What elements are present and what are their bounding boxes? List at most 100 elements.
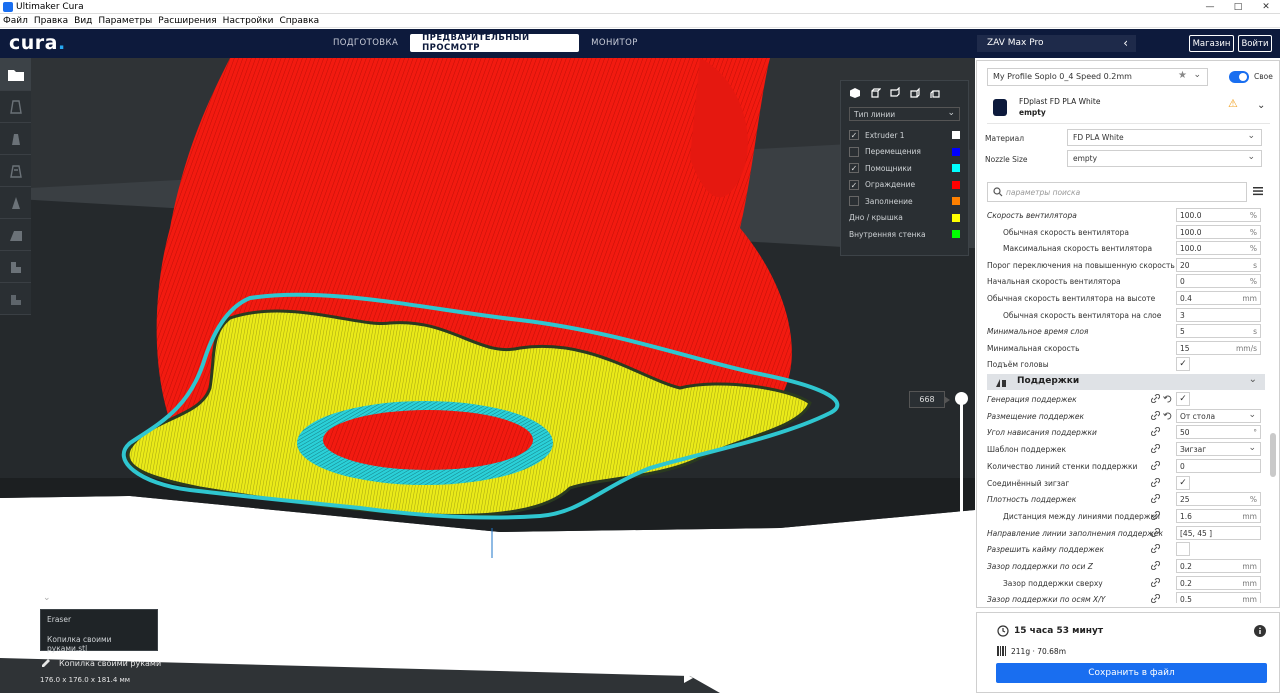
setting-input[interactable]: 20 s [1176,257,1261,272]
per-model-settings-button[interactable] [0,219,31,251]
move-tool-button[interactable] [0,91,31,123]
setting-input[interactable]: [45, 45 ] [1176,525,1261,540]
link-icon[interactable] [1150,594,1161,603]
link-icon[interactable] [1150,427,1161,438]
legend-item[interactable]: ✓ Extruder 1 [841,127,968,144]
nozzle-size-dropdown[interactable]: empty ⌄ [1067,150,1262,167]
link-icon[interactable] [1150,477,1161,489]
settings-search-input[interactable]: параметры поиска [987,182,1247,202]
setting-checkbox[interactable] [1176,542,1190,557]
reset-icon[interactable] [1163,394,1172,405]
material-dropdown[interactable]: FD PLA White ⌄ [1067,129,1262,146]
setting-input[interactable]: 0 [1176,458,1261,473]
legend-item[interactable]: ✓ Ограждение [841,177,968,194]
layer-number-input[interactable]: 668 [909,391,950,408]
pencil-icon[interactable] [40,657,52,669]
reset-icon[interactable] [1163,411,1172,422]
profile-selector[interactable]: My Profile Soplo 0_4 Speed 0.2mm ★ ⌄ [987,68,1208,86]
tab-prepare[interactable]: ПОДГОТОВКА [321,34,410,52]
menu-item[interactable]: Правка [31,16,71,26]
legend-checkbox[interactable] [849,196,859,207]
menu-item[interactable]: Справка [277,16,323,26]
menu-item[interactable]: Вид [71,16,95,26]
signin-button[interactable]: Войти [1238,35,1272,52]
setting-input[interactable]: 25% [1176,492,1261,507]
link-icon[interactable] [1150,577,1161,589]
setting-input[interactable]: 0.5 mm [1176,592,1261,603]
object-list-item[interactable]: Копилка своими руками.stl [41,630,157,653]
setting-input[interactable]: 100.0% [1176,208,1261,222]
left-view-icon[interactable] [909,87,921,99]
layer-tool-button[interactable] [0,283,31,315]
open-file-button[interactable] [0,58,31,91]
settings-list[interactable]: Скорость вентилятора 100.0% Обычная скорос… [987,208,1269,603]
legend-checkbox[interactable]: ✓ [849,163,859,174]
setting-input[interactable]: 3 [1176,307,1261,322]
extruder-tab[interactable]: FDplast FD PLA White empty ⚠ ⌄ [987,91,1270,124]
chevron-down-icon[interactable]: ⌄ [43,593,51,603]
settings-scrollbar[interactable] [1270,433,1276,477]
play-simulation-button[interactable] [683,672,694,687]
setting-input[interactable]: 5s [1176,324,1261,339]
legend-item[interactable]: Перемещения [841,144,968,161]
setting-input[interactable]: 50 ° [1176,425,1261,440]
minimize-icon[interactable]: — [1196,0,1224,13]
link-icon[interactable] [1150,527,1161,539]
line-type-dropdown[interactable]: Тип линии ⌄ [849,107,960,121]
legend-item[interactable]: Внутренняя стенка [841,226,968,243]
layer-slider-upper-handle[interactable] [955,392,968,405]
legend-item[interactable]: ✓ Помощники [841,160,968,177]
right-view-icon[interactable] [929,87,941,99]
setting-input[interactable]: 100.0% [1176,224,1261,239]
rotate-tool-button[interactable] [0,155,31,187]
setting-input[interactable]: 15 mm/s [1176,340,1261,355]
path-slider-track[interactable] [702,677,961,680]
3d-viewport[interactable] [0,58,975,693]
settings-menu-button[interactable] [1253,186,1263,199]
link-icon[interactable] [1150,494,1161,505]
front-view-icon[interactable] [869,87,882,99]
path-slider-handle[interactable] [955,672,968,685]
legend-item[interactable]: Дно / крышка [841,210,968,227]
menu-item[interactable]: Файл [0,16,31,26]
support-blocker-button[interactable] [0,251,31,283]
link-icon[interactable] [1150,444,1161,455]
save-to-file-button[interactable]: Сохранить в файл [996,663,1267,683]
setting-checkbox[interactable]: ✓ [1176,392,1190,406]
link-icon[interactable] [1150,410,1161,422]
setting-dropdown[interactable]: Зигзаг ⌄ [1176,442,1261,457]
section-support-header[interactable]: Поддержки ⌄ [987,374,1265,390]
link-icon[interactable] [1150,460,1161,472]
info-icon[interactable] [1254,625,1266,637]
setting-input[interactable]: 0.2 mm [1176,575,1261,590]
setting-input[interactable]: 0.4 mm [1176,291,1261,305]
menu-item[interactable]: Параметры [95,16,155,26]
legend-checkbox[interactable]: ✓ [849,130,859,141]
chevron-down-icon[interactable]: ⌄ [1257,100,1265,111]
top-view-icon[interactable] [889,86,901,99]
tab-monitor[interactable]: МОНИТОР [579,34,650,52]
printer-selector[interactable]: ZAV Max Pro ‹ [977,35,1136,52]
setting-input[interactable]: 100.0% [1176,241,1261,256]
custom-mode-toggle[interactable] [1229,71,1249,83]
marketplace-button[interactable]: Магазин [1189,35,1234,52]
layer-slider-lower-handle[interactable] [955,652,968,665]
close-icon[interactable]: ✕ [1252,0,1280,13]
link-icon[interactable] [1150,544,1161,555]
menu-item[interactable]: Настройки [220,16,277,26]
setting-input[interactable]: 1.6 mm [1176,508,1261,523]
legend-checkbox[interactable] [849,146,859,157]
menu-item[interactable]: Расширения [155,16,219,26]
legend-item[interactable]: Заполнение [841,193,968,210]
tab-preview[interactable]: ПРЕДВАРИТЕЛЬНЫЙ ПРОСМОТР [410,33,580,53]
link-icon[interactable] [1150,560,1161,572]
layer-slider-track[interactable] [960,398,963,659]
maximize-icon[interactable]: □ [1224,0,1252,13]
setting-checkbox[interactable]: ✓ [1176,475,1190,490]
setting-input[interactable]: 0.2 mm [1176,559,1261,573]
link-icon[interactable] [1150,510,1161,522]
legend-checkbox[interactable]: ✓ [849,179,859,190]
mirror-tool-button[interactable] [0,187,31,219]
setting-dropdown[interactable]: От стола ⌄ [1176,408,1261,423]
scale-tool-button[interactable] [0,123,31,155]
